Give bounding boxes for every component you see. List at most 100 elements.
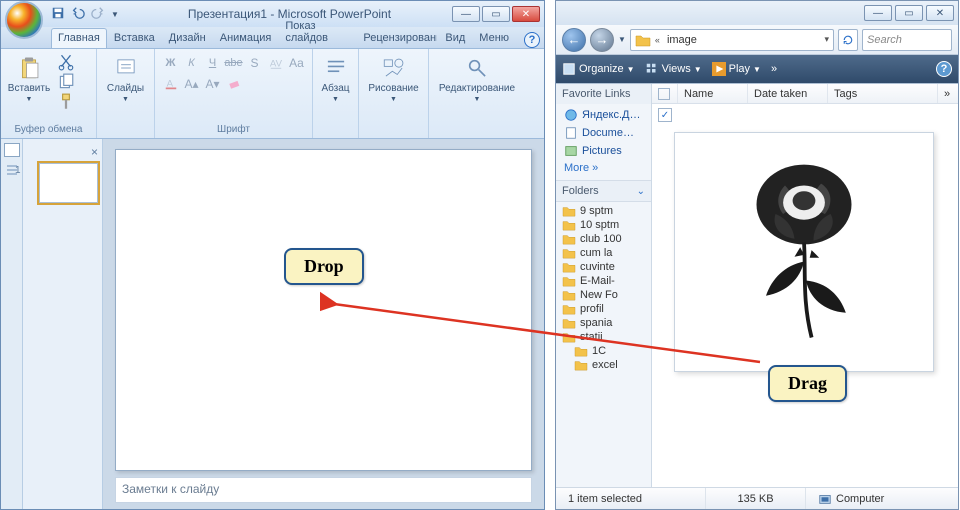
slide-thumbnail[interactable] xyxy=(39,163,98,203)
fontcolor-icon[interactable]: A xyxy=(161,74,181,94)
undo-icon[interactable] xyxy=(71,6,85,23)
status-bar: 1 item selected 135 KB Computer xyxy=(556,487,958,509)
tab-review[interactable]: Рецензировани xyxy=(356,28,438,48)
back-button[interactable]: ← xyxy=(562,28,586,52)
save-icon[interactable] xyxy=(51,6,65,23)
window-controls: ― ▭ ✕ xyxy=(452,6,540,22)
refresh-button[interactable] xyxy=(838,29,858,51)
redo-icon[interactable] xyxy=(91,6,105,23)
editing-button[interactable]: Редактирование ▼ xyxy=(433,53,521,105)
folder-item[interactable]: cum la xyxy=(556,246,651,260)
pp-titlebar[interactable]: ▼ Презентация1 - Microsoft PowerPoint ― … xyxy=(1,1,544,27)
bold-icon[interactable]: Ж xyxy=(161,53,181,73)
play-button[interactable]: Play▼ xyxy=(712,62,761,76)
toolbar-more-button[interactable]: » xyxy=(771,63,777,75)
close-button[interactable]: ✕ xyxy=(512,6,540,22)
outline-rail xyxy=(1,139,23,509)
favorite-link[interactable]: Яндекс.Д… xyxy=(556,106,651,124)
column-headers: Name Date taken Tags » xyxy=(652,84,958,104)
rose-image xyxy=(709,147,899,357)
change-case-icon[interactable]: Aa xyxy=(287,53,307,73)
char-spacing-icon[interactable]: AV xyxy=(266,53,286,73)
folder-item[interactable]: statii xyxy=(556,330,651,344)
folder-item[interactable]: New Fo xyxy=(556,288,651,302)
ex-navbar: ← → ▼ « image ▾ Search xyxy=(556,25,958,55)
tab-insert[interactable]: Вставка xyxy=(107,28,162,48)
col-checkbox[interactable] xyxy=(652,84,678,103)
ex-titlebar[interactable]: ― ▭ ✕ xyxy=(556,1,958,25)
favorites-more[interactable]: More » xyxy=(556,160,651,176)
copy-icon[interactable] xyxy=(57,73,75,91)
views-button[interactable]: Views▼ xyxy=(645,62,702,76)
ex-close-button[interactable]: ✕ xyxy=(926,5,954,21)
file-pane: Name Date taken Tags » ✓ xyxy=(652,84,958,487)
more-cols[interactable]: » xyxy=(938,84,958,103)
ribbon-group-clipboard: Вставить ▼ Буфер обмена xyxy=(1,49,97,138)
minimize-button[interactable]: ― xyxy=(452,6,480,22)
tab-home[interactable]: Главная xyxy=(51,28,107,48)
tab-design[interactable]: Дизайн xyxy=(162,28,213,48)
tab-menu[interactable]: Меню xyxy=(472,28,516,48)
folders-header[interactable]: Folders⌄ xyxy=(556,180,651,202)
italic-icon[interactable]: К xyxy=(182,53,202,73)
tab-animation[interactable]: Анимация xyxy=(213,28,279,48)
underline-icon[interactable]: Ч xyxy=(203,53,223,73)
shadow-icon[interactable]: S xyxy=(245,53,265,73)
ex-toolbar: Organize▼ Views▼ Play▼ » ? xyxy=(556,55,958,83)
file-list[interactable]: ✓ xyxy=(652,104,958,487)
file-checkbox[interactable]: ✓ xyxy=(658,108,672,122)
shrink-font-icon[interactable]: A▾ xyxy=(203,74,223,94)
office-button[interactable] xyxy=(5,1,43,39)
close-pane-button[interactable]: × xyxy=(27,145,98,159)
qat-dropdown-icon[interactable]: ▼ xyxy=(111,10,119,19)
forward-button[interactable]: → xyxy=(590,28,614,52)
folder-item[interactable]: profil xyxy=(556,302,651,316)
breadcrumb-item[interactable]: image xyxy=(664,34,700,46)
address-bar[interactable]: « image ▾ xyxy=(630,29,834,51)
ribbon-group-font: Ж К Ч abe S AV Aa A A▴ A▾ Шрифт xyxy=(155,49,313,138)
tab-slideshow[interactable]: Показ слайдов xyxy=(278,16,356,48)
thumbnail-pane[interactable]: × 1 xyxy=(23,139,103,509)
col-date[interactable]: Date taken xyxy=(748,84,828,103)
chevron-down-icon: ▼ xyxy=(122,96,129,103)
ex-body: Favorite Links Яндекс.Д… Docume… Picture… xyxy=(556,83,958,487)
folder-item[interactable]: 1C xyxy=(556,344,651,358)
cut-icon[interactable] xyxy=(57,53,75,71)
clear-format-icon[interactable] xyxy=(224,74,244,94)
folder-item[interactable]: 10 sptm xyxy=(556,218,651,232)
ex-maximize-button[interactable]: ▭ xyxy=(895,5,923,21)
ribbon: Вставить ▼ Буфер обмена Слайды ▼ xyxy=(1,49,544,139)
maximize-button[interactable]: ▭ xyxy=(482,6,510,22)
favorite-link[interactable]: Pictures xyxy=(556,142,651,160)
grow-font-icon[interactable]: A▴ xyxy=(182,74,202,94)
folder-item[interactable]: 9 sptm xyxy=(556,204,651,218)
search-input[interactable]: Search xyxy=(862,29,952,51)
folder-item[interactable]: club 100 xyxy=(556,232,651,246)
folder-tree: 9 sptm10 sptmclub 100cum la cuvinteE-Mai… xyxy=(556,202,651,376)
col-tags[interactable]: Tags xyxy=(828,84,938,103)
paste-button[interactable]: Вставить ▼ xyxy=(5,53,53,105)
chevron-left-icon[interactable]: « xyxy=(655,35,660,45)
folder-item[interactable]: E-Mail- xyxy=(556,274,651,288)
chevron-down-icon[interactable]: ▾ xyxy=(824,34,829,45)
slides-button[interactable]: Слайды ▼ xyxy=(102,53,150,105)
favorite-link[interactable]: Docume… xyxy=(556,124,651,142)
paragraph-button[interactable]: Абзац ▼ xyxy=(317,53,354,105)
slides-tab-icon[interactable] xyxy=(4,143,20,157)
strike-icon[interactable]: abe xyxy=(224,53,244,73)
folder-item[interactable]: cuvinte xyxy=(556,260,651,274)
history-dropdown-icon[interactable]: ▼ xyxy=(618,35,626,44)
help-icon[interactable]: ? xyxy=(524,32,540,48)
file-thumbnail[interactable] xyxy=(674,132,934,372)
format-painter-icon[interactable] xyxy=(57,93,75,111)
drawing-button[interactable]: Рисование ▼ xyxy=(370,53,418,105)
folder-item[interactable]: spania xyxy=(556,316,651,330)
help-icon[interactable]: ? xyxy=(936,61,952,77)
tab-view[interactable]: Вид xyxy=(438,28,472,48)
organize-button[interactable]: Organize▼ xyxy=(562,62,635,76)
slide-canvas[interactable] xyxy=(115,149,532,471)
notes-pane[interactable]: Заметки к слайду xyxy=(115,477,532,503)
col-name[interactable]: Name xyxy=(678,84,748,103)
ex-minimize-button[interactable]: ― xyxy=(864,5,892,21)
folder-item[interactable]: excel xyxy=(556,358,651,372)
